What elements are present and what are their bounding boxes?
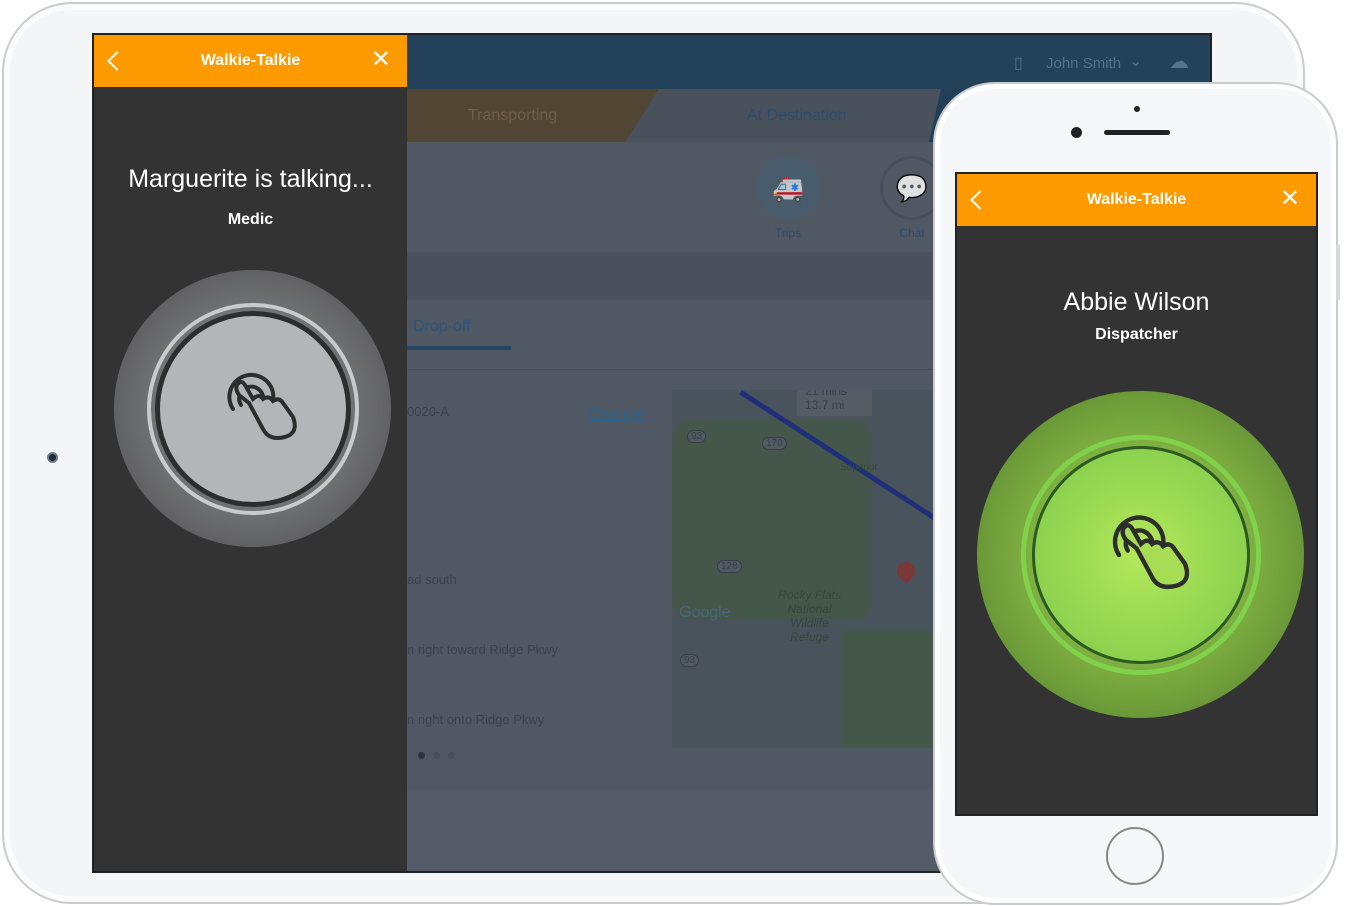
speaker-name: Abbie Wilson (1063, 288, 1210, 316)
walkie-title: Walkie-Talkie (1086, 191, 1187, 208)
iphone-side-button (1336, 245, 1340, 300)
chevron-down-icon[interactable]: ⌄ (1129, 51, 1142, 71)
walkie-header: Walkie-Talkie ✕ (94, 35, 407, 87)
home-button[interactable] (1106, 827, 1164, 885)
speaker-name: Marguerite is talking... (128, 165, 373, 193)
iphone-screen: Walkie-Talkie ✕ Abbie Wilson Dispatcher (955, 172, 1318, 816)
walkie-talkie-panel: Walkie-Talkie ✕ Marguerite is talking...… (94, 35, 407, 871)
iphone-sensor (1134, 106, 1140, 112)
close-icon[interactable]: ✕ (1280, 187, 1300, 211)
back-icon[interactable] (970, 190, 990, 210)
ipad-camera (47, 452, 58, 463)
iphone-speaker (1104, 130, 1170, 135)
touch-hand-icon (1112, 514, 1189, 589)
walkie-title: Walkie-Talkie (200, 52, 301, 69)
device-icon[interactable]: ▯ (1014, 53, 1023, 73)
user-menu[interactable]: John Smith (1046, 55, 1121, 72)
touch-hand-icon (226, 372, 297, 440)
close-icon[interactable]: ✕ (371, 48, 391, 72)
back-icon[interactable] (107, 51, 127, 71)
speaker-role: Medic (227, 211, 274, 228)
cloud-icon[interactable]: ☁ (1169, 49, 1189, 74)
speaker-role: Dispatcher (1095, 326, 1178, 343)
push-to-talk-button[interactable] (114, 270, 391, 547)
push-to-talk-button[interactable] (977, 391, 1304, 718)
iphone-camera (1071, 127, 1082, 138)
walkie-header: Walkie-Talkie ✕ (957, 174, 1316, 226)
iphone-frame: Walkie-Talkie ✕ Abbie Wilson Dispatcher (933, 82, 1338, 905)
